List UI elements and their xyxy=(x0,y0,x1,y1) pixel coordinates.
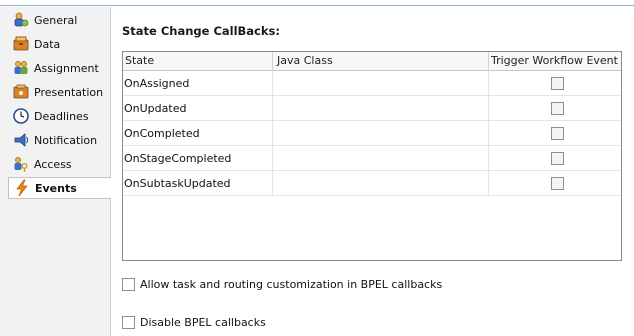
cell-java-class[interactable] xyxy=(273,71,489,96)
deadlines-icon xyxy=(12,107,30,125)
cell-java-class[interactable] xyxy=(273,171,489,196)
table-header: State Java Class Trigger Workflow Event xyxy=(123,52,621,71)
table-row[interactable]: OnCompleted xyxy=(123,121,621,146)
table-row[interactable]: OnStageCompleted xyxy=(123,146,621,171)
sidebar-item-label: General xyxy=(34,13,78,27)
trigger-checkbox[interactable] xyxy=(551,152,564,165)
cell-state: OnAssigned xyxy=(123,71,273,96)
sidebar-item-events[interactable]: Events xyxy=(8,177,111,199)
sidebar-item-presentation[interactable]: Presentation xyxy=(0,80,111,104)
trigger-checkbox[interactable] xyxy=(551,177,564,190)
callbacks-table: State Java Class Trigger Workflow Event … xyxy=(122,51,622,261)
table-row[interactable]: OnAssigned xyxy=(123,71,621,96)
sidebar-item-notification[interactable]: Notification xyxy=(0,128,111,152)
assignment-icon xyxy=(12,59,30,77)
allow-customization-option[interactable]: Allow task and routing customization in … xyxy=(122,277,442,291)
cell-state: OnSubtaskUpdated xyxy=(123,171,273,196)
sidebar-item-general[interactable]: General xyxy=(0,8,111,32)
column-header-java-class[interactable]: Java Class xyxy=(273,52,489,70)
sidebar: General Data Assignment Presentation Dea… xyxy=(0,7,111,336)
disable-callbacks-checkbox[interactable] xyxy=(122,315,135,329)
sidebar-item-label: Events xyxy=(35,181,77,195)
presentation-icon xyxy=(12,83,30,101)
disable-callbacks-option[interactable]: Disable BPEL callbacks xyxy=(122,315,266,329)
sidebar-item-label: Data xyxy=(34,37,61,51)
section-title: State Change CallBacks: xyxy=(122,24,280,38)
column-header-trigger-workflow-event[interactable]: Trigger Workflow Event xyxy=(489,52,621,70)
trigger-checkbox[interactable] xyxy=(551,77,564,90)
sidebar-item-label: Notification xyxy=(34,133,98,147)
cell-java-class[interactable] xyxy=(273,96,489,121)
cell-java-class[interactable] xyxy=(273,121,489,146)
trigger-checkbox[interactable] xyxy=(551,102,564,115)
access-icon xyxy=(12,155,30,173)
sidebar-item-label: Deadlines xyxy=(34,109,89,123)
data-icon xyxy=(12,35,30,53)
disable-callbacks-label[interactable]: Disable BPEL callbacks xyxy=(140,316,266,329)
column-header-state[interactable]: State xyxy=(123,52,273,70)
cell-state: OnUpdated xyxy=(123,96,273,121)
cell-java-class[interactable] xyxy=(273,146,489,171)
sidebar-item-label: Assignment xyxy=(34,61,99,75)
sidebar-item-label: Presentation xyxy=(34,85,104,99)
events-panel: State Change CallBacks: State Java Class… xyxy=(112,7,634,336)
sidebar-item-assignment[interactable]: Assignment xyxy=(0,56,111,80)
lightning-icon xyxy=(13,179,31,197)
table-row[interactable]: OnSubtaskUpdated xyxy=(123,171,621,196)
general-icon xyxy=(12,11,30,29)
sidebar-item-deadlines[interactable]: Deadlines xyxy=(0,104,111,128)
allow-customization-checkbox[interactable] xyxy=(122,277,135,291)
sidebar-item-access[interactable]: Access xyxy=(0,152,111,176)
sidebar-item-data[interactable]: Data xyxy=(0,32,111,56)
table-row[interactable]: OnUpdated xyxy=(123,96,621,121)
sidebar-item-label: Access xyxy=(34,157,72,171)
trigger-checkbox[interactable] xyxy=(551,127,564,140)
cell-state: OnCompleted xyxy=(123,121,273,146)
notification-icon xyxy=(12,131,30,149)
window-top-edge xyxy=(0,0,634,6)
allow-customization-label[interactable]: Allow task and routing customization in … xyxy=(140,278,442,291)
cell-state: OnStageCompleted xyxy=(123,146,273,171)
